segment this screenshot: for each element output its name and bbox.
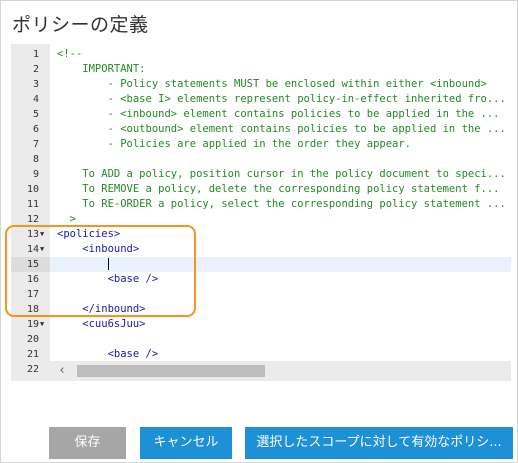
scroll-left-arrow-icon[interactable]: ‹ [55, 363, 69, 379]
line-number: 6 [32, 124, 39, 135]
line-number: 3 [32, 79, 39, 90]
save-button[interactable]: 保存 [49, 427, 126, 459]
code-text: <base /> [57, 347, 159, 362]
line-number: 4 [32, 94, 39, 105]
comment-token: - <outbound> element contains policies t… [57, 123, 506, 135]
code-line[interactable]: 9 To ADD a policy, position cursor in th… [11, 167, 511, 182]
line-number: 9 [32, 169, 39, 180]
comment-token: - <base I> elements represent policy-in-… [57, 93, 506, 105]
comment-token: To REMOVE a policy, delete the correspon… [57, 183, 500, 195]
comment-token: - Policy statements MUST be enclosed wit… [57, 78, 487, 90]
code-text: - <base I> elements represent policy-in-… [57, 92, 506, 107]
line-number: 7 [32, 139, 39, 150]
code-line[interactable]: 7 - Policies are applied in the order th… [11, 137, 511, 152]
code-text: <cuu6sJuu> [57, 317, 146, 332]
comment-token: To ADD a policy, position cursor in the … [57, 168, 506, 180]
code-text: - <outbound> element contains policies t… [57, 122, 506, 137]
comment-token: To RE-ORDER a policy, select the corresp… [57, 198, 506, 210]
policy-editor-panel: ポリシーの定義 1 <!-- 2 IMPORTANT: 3 - Policy stat… [0, 0, 518, 463]
code-text: - Policies are applied in the order they… [57, 137, 411, 152]
code-line[interactable]: 20 [11, 332, 511, 347]
line-number: 1 [32, 49, 39, 60]
code-lines[interactable]: 1 <!-- 2 IMPORTANT: 3 - Policy statements M… [11, 47, 511, 377]
code-text: - <inbound> element contains policies to… [57, 107, 500, 122]
code-text: To REMOVE a policy, delete the correspon… [57, 182, 500, 197]
scrollbar-thumb[interactable] [77, 365, 265, 377]
line-number: 22 [26, 364, 39, 375]
effective-policy-button[interactable]: 選択したスコープに対して有効なポリシ... [245, 427, 513, 459]
line-number: 2 [32, 64, 39, 75]
xml-tag-token: <base /> [57, 348, 159, 360]
code-text: To ADD a policy, position cursor in the … [57, 167, 506, 182]
page-title: ポリシーの定義 [12, 14, 149, 36]
line-number: 20 [26, 334, 39, 345]
comment-token: > [57, 213, 76, 225]
code-editor[interactable]: 1 <!-- 2 IMPORTANT: 3 - Policy statements M… [11, 44, 511, 381]
horizontal-scrollbar[interactable]: ‹ [50, 361, 511, 381]
code-line[interactable]: 11 To RE-ORDER a policy, select the corr… [11, 197, 511, 212]
line-number: 5 [32, 109, 39, 120]
code-line[interactable]: 4 - <base I> elements represent policy-i… [11, 92, 511, 107]
line-number: 21 [26, 349, 39, 360]
line-number: 11 [26, 199, 39, 210]
highlight-annotation [5, 225, 196, 317]
code-line[interactable]: 6 - <outbound> element contains policies… [11, 122, 511, 137]
code-line[interactable]: 19 ▼ <cuu6sJuu> [11, 317, 511, 332]
code-line[interactable]: 3 - Policy statements MUST be enclosed w… [11, 77, 511, 92]
code-line[interactable]: 2 IMPORTANT: [11, 62, 511, 77]
code-text: - Policy statements MUST be enclosed wit… [57, 77, 487, 92]
code-text: IMPORTANT: [57, 62, 146, 77]
code-text: <!-- [57, 47, 82, 62]
xml-tag-token: <cuu6sJuu> [57, 318, 146, 330]
code-line[interactable]: 1 <!-- [11, 47, 511, 62]
code-text: To RE-ORDER a policy, select the corresp… [57, 197, 506, 212]
code-line[interactable]: 8 [11, 152, 511, 167]
cancel-button[interactable]: キャンセル [140, 427, 232, 459]
comment-token: - Policies are applied in the order they… [57, 138, 412, 150]
comment-token: - <inbound> element contains policies to… [57, 108, 500, 120]
comment-token: IMPORTANT: [57, 63, 146, 75]
fold-toggle-icon[interactable]: ▼ [40, 317, 50, 332]
line-number: 10 [26, 184, 39, 195]
comment-token: <!-- [57, 48, 83, 60]
code-line[interactable]: 5 - <inbound> element contains policies … [11, 107, 511, 122]
code-line[interactable]: 10 To REMOVE a policy, delete the corres… [11, 182, 511, 197]
line-number: 8 [32, 154, 39, 165]
code-line[interactable]: 21 <base /> [11, 347, 511, 362]
